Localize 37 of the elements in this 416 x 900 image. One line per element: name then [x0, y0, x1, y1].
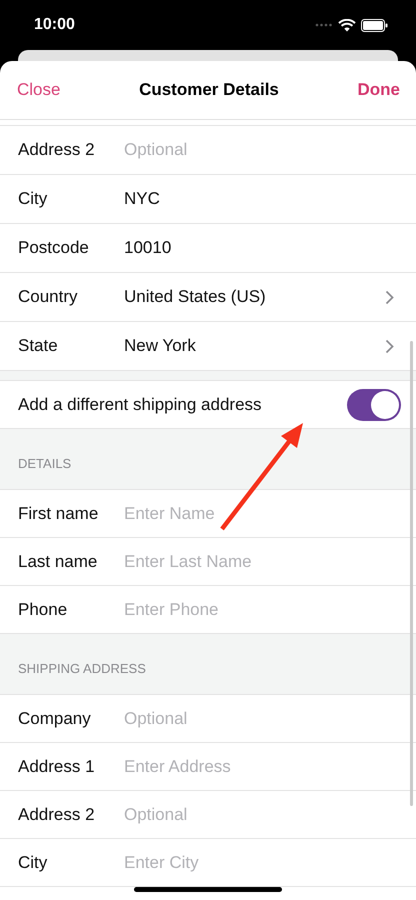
- section-header: DETAILS: [18, 456, 72, 471]
- input-field[interactable]: Optional: [124, 804, 398, 824]
- picker-row[interactable]: New York: [124, 336, 416, 356]
- status-time: 10:00: [34, 16, 75, 34]
- input-field[interactable]: Optional: [124, 708, 398, 728]
- input-field[interactable]: Enter Name: [124, 504, 398, 524]
- picker-row[interactable]: United States (US): [124, 287, 416, 307]
- field-label: State: [18, 336, 59, 356]
- toggle-label: Add a different shipping address: [18, 394, 263, 414]
- done-button[interactable]: Done: [357, 80, 400, 100]
- field-label: City: [18, 189, 48, 209]
- field-label: City: [18, 852, 48, 872]
- section-header: SHIPPING ADDRESS: [18, 661, 146, 676]
- input-field[interactable]: 10010: [124, 238, 398, 258]
- input-field[interactable]: Enter Phone: [124, 600, 398, 620]
- input-field[interactable]: Enter Last Name: [124, 552, 398, 572]
- sheet-title: Customer Details: [139, 80, 279, 100]
- close-button[interactable]: Close: [17, 80, 60, 100]
- field-label: Postcode: [18, 238, 90, 258]
- input-field[interactable]: Enter Address: [124, 756, 398, 776]
- field-label: Address 2: [18, 804, 96, 824]
- chevron-icon: [385, 290, 394, 304]
- chevron-icon: [385, 338, 394, 354]
- battery-icon: [361, 18, 388, 32]
- field-label: Company: [18, 708, 92, 728]
- field-label: Last name: [18, 552, 98, 572]
- field-label: Country: [18, 287, 79, 307]
- field-label: Phone: [18, 600, 68, 620]
- field-label: Address 1: [18, 756, 96, 776]
- signal-icon: [315, 23, 333, 27]
- wifi-icon: [338, 18, 356, 32]
- field-label: Address 2: [18, 140, 96, 160]
- input-field[interactable]: Optional: [124, 140, 398, 160]
- field-label: First name: [18, 504, 100, 524]
- toggle-switch[interactable]: [347, 388, 401, 420]
- input-field[interactable]: NYC: [124, 189, 398, 209]
- input-field[interactable]: Enter City: [124, 852, 398, 872]
